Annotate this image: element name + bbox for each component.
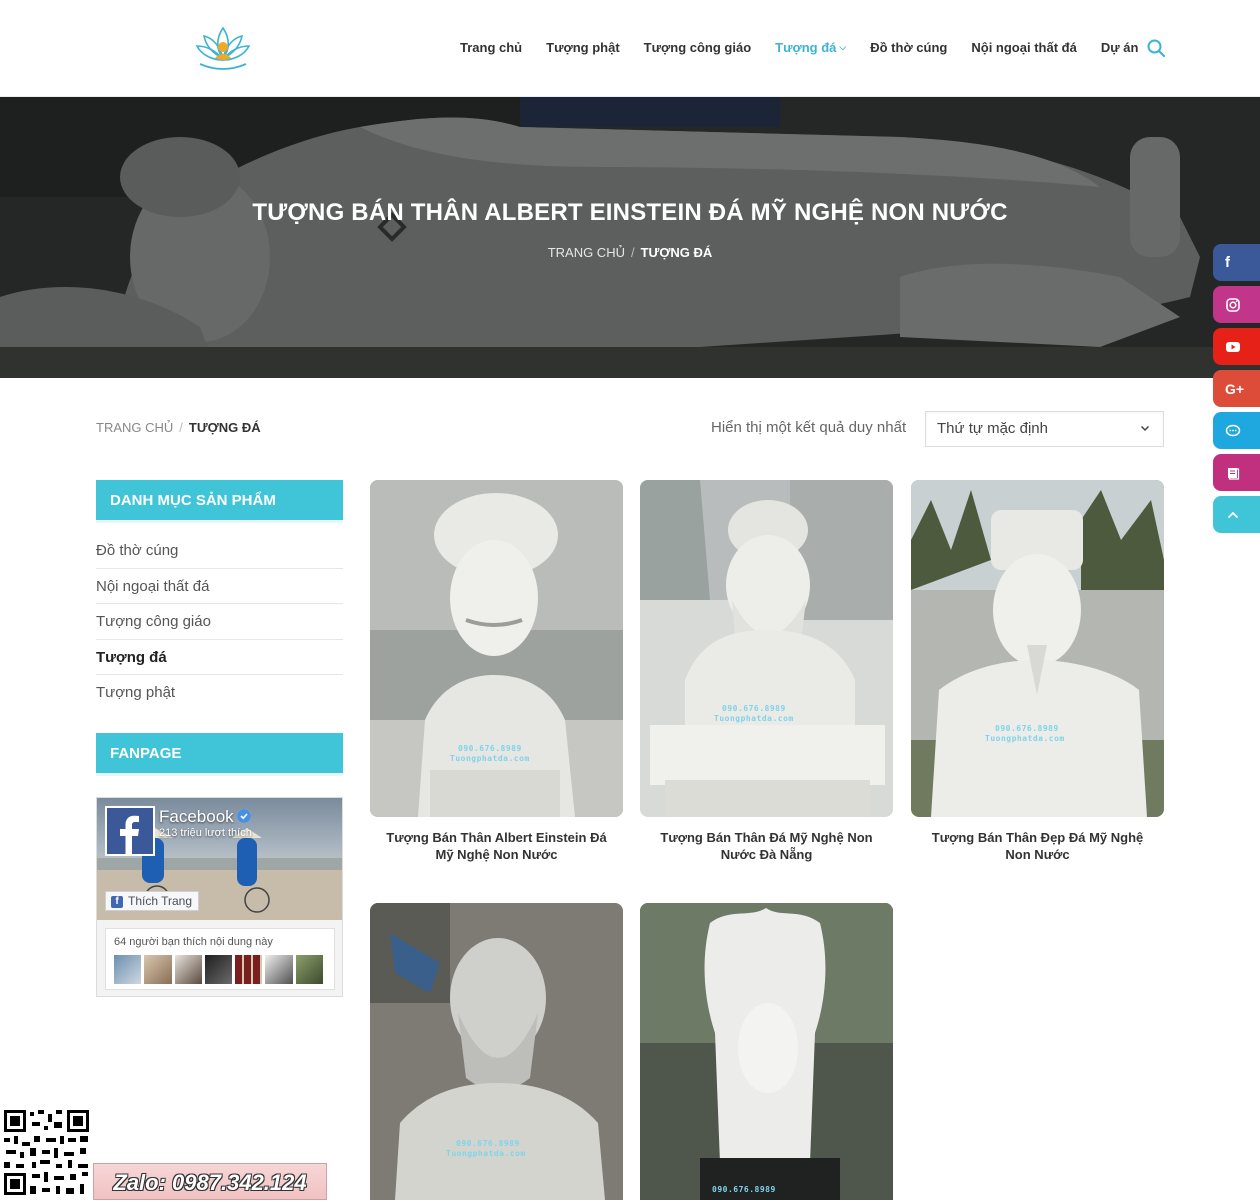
categories-widget-title: DANH MỤC SẢN PHẨM bbox=[96, 480, 343, 523]
facebook-friends-like: 64 người bạn thích nội dung này bbox=[105, 928, 335, 990]
mandarin-bust-image bbox=[911, 480, 1164, 817]
instagram-icon bbox=[1226, 297, 1240, 312]
breadcrumb-separator: / bbox=[630, 245, 635, 260]
nav-tuong-cong-giao[interactable]: Tượng công giáo bbox=[644, 40, 751, 55]
bearded-bust-image bbox=[640, 480, 893, 817]
category-tuong-cong-giao[interactable]: Tượng công giáo bbox=[96, 604, 343, 640]
facebook-like-count: 213 triệu lượt thích bbox=[159, 827, 252, 839]
watermark-phone: 090.676.8989 bbox=[456, 1139, 520, 1148]
facebook-like-page-button[interactable]: f Thích Trang bbox=[105, 891, 200, 911]
youtube-icon bbox=[1226, 341, 1240, 352]
facebook-page-plugin: Facebook 213 triệu lượt thích f Thích Tra… bbox=[96, 797, 343, 997]
page-hero-banner: TƯỢNG BÁN THÂN ALBERT EINSTEIN ĐÁ MỸ NGH… bbox=[0, 97, 1260, 378]
category-do-tho-cung[interactable]: Đồ thờ cúng bbox=[96, 533, 343, 569]
breadcrumb-current: TƯỢNG ĐÁ bbox=[640, 245, 713, 260]
breadcrumb: TRANG CHỦ / TƯỢNG ĐÁ bbox=[96, 420, 261, 435]
nav-noi-ngoai-that-da[interactable]: Nội ngoại thất đá bbox=[971, 40, 1076, 55]
fanpage-widget-title: FANPAGE bbox=[96, 733, 343, 776]
youtube-button[interactable] bbox=[1213, 328, 1260, 365]
nav-do-tho-cung[interactable]: Đồ thờ cúng bbox=[870, 40, 947, 55]
abstract-woman-statue-image bbox=[640, 903, 893, 1200]
product-image[interactable]: 090.676.8989 bbox=[640, 903, 893, 1200]
facebook-page-name[interactable]: Facebook bbox=[159, 807, 251, 827]
facebook-icon: f bbox=[111, 896, 123, 908]
category-list: Đồ thờ cúng Nội ngoại thất đá Tượng công… bbox=[96, 533, 343, 711]
watermark-site: Tuongphatda.com bbox=[985, 734, 1065, 743]
product-title[interactable]: Tượng Bán Thân Albert Einstein Đá Mỹ Ngh… bbox=[370, 829, 623, 863]
instagram-button[interactable] bbox=[1213, 286, 1260, 323]
search-icon[interactable] bbox=[1146, 38, 1166, 58]
breadcrumb-current: TƯỢNG ĐÁ bbox=[188, 420, 261, 435]
verified-badge-icon bbox=[236, 809, 251, 823]
avatar[interactable] bbox=[265, 955, 293, 984]
zalo-contact-button[interactable]: Zalo: 0987.342.124 bbox=[93, 1163, 327, 1200]
friends-avatars bbox=[114, 955, 326, 984]
nav-tuong-da[interactable]: Tượng đá ⌵ bbox=[775, 40, 846, 55]
watermark-phone: 090.676.8989 bbox=[722, 704, 786, 713]
category-noi-ngoai-that-da[interactable]: Nội ngoại thất đá bbox=[96, 569, 343, 604]
facebook-cover-image[interactable]: Facebook 213 triệu lượt thích f Thích Tra… bbox=[97, 798, 342, 920]
back-to-top-button[interactable] bbox=[1213, 496, 1260, 533]
watermark-site: Tuongphatda.com bbox=[450, 754, 530, 763]
sort-order-value: Thứ tự mặc định bbox=[937, 420, 1048, 437]
watermark-site: Tuongphatda.com bbox=[446, 1149, 526, 1158]
facebook-share-button[interactable]: f bbox=[1213, 244, 1260, 281]
watermark-phone: 090.676.8989 bbox=[995, 724, 1059, 733]
friends-like-text: 64 người bạn thích nội dung này bbox=[114, 936, 273, 948]
nav-tuong-da-label: Tượng đá bbox=[775, 40, 837, 55]
category-tuong-phat[interactable]: Tượng phật bbox=[96, 675, 343, 711]
result-count: Hiển thị một kết quả duy nhất bbox=[711, 419, 907, 436]
back-to-top-icon bbox=[1228, 511, 1238, 518]
watermark-phone: 090.676.8989 bbox=[712, 1185, 776, 1194]
book-icon bbox=[1228, 467, 1240, 480]
chat-button[interactable] bbox=[1213, 412, 1260, 449]
chevron-down-icon: ⌵ bbox=[839, 42, 847, 52]
einstein-bust-image bbox=[370, 480, 623, 817]
like-button-label: Thích Trang bbox=[128, 894, 193, 908]
product-title[interactable]: Tượng Bán Thân Đẹp Đá Mỹ Nghệ Non Nước bbox=[911, 829, 1164, 863]
google-plus-icon: G+ bbox=[1225, 380, 1245, 397]
product-card: 090.676.8989 bbox=[640, 903, 893, 1200]
qr-code[interactable] bbox=[2, 1108, 91, 1197]
facebook-page-name-text: Facebook bbox=[159, 807, 234, 826]
product-card: 090.676.8989 Tuongphatda.com Tượng Bán T… bbox=[370, 480, 623, 863]
avatar[interactable] bbox=[114, 955, 142, 984]
facebook-logo[interactable] bbox=[105, 806, 155, 856]
nav-trang-chu[interactable]: Trang chủ bbox=[460, 40, 522, 55]
product-image[interactable]: 090.676.8989 Tuongphatda.com bbox=[640, 480, 893, 817]
page-title: TƯỢNG BÁN THÂN ALBERT EINSTEIN ĐÁ MỸ NGH… bbox=[252, 199, 1008, 226]
sort-order-select[interactable]: Thứ tự mặc định bbox=[925, 411, 1164, 447]
product-card: 090.676.8989 Tuongphatda.com Tượng Bán T… bbox=[640, 480, 893, 863]
breadcrumb-home-link[interactable]: TRANG CHỦ bbox=[96, 420, 173, 435]
main-nav: Trang chủ Tượng phật Tượng công giáo Tượ… bbox=[460, 40, 1162, 55]
lotus-logo[interactable] bbox=[194, 24, 252, 74]
breadcrumb-separator: / bbox=[179, 420, 183, 435]
catalog-button[interactable] bbox=[1213, 454, 1260, 491]
nav-tuong-phat[interactable]: Tượng phật bbox=[546, 40, 620, 55]
avatar[interactable] bbox=[204, 955, 233, 984]
avatar[interactable] bbox=[295, 955, 323, 984]
product-image[interactable]: 090.676.8989 Tuongphatda.com bbox=[370, 480, 623, 817]
product-card: 090.676.8989 Tuongphatda.com Tượng Bán T… bbox=[911, 480, 1164, 863]
hero-breadcrumb: TRANG CHỦ / TƯỢNG ĐÁ bbox=[0, 245, 1260, 260]
avatar[interactable] bbox=[174, 955, 202, 984]
breadcrumb-home-link[interactable]: TRANG CHỦ bbox=[548, 245, 625, 260]
hero-overlay bbox=[0, 97, 1260, 378]
product-image[interactable]: 090.676.8989 Tuongphatda.com bbox=[911, 480, 1164, 817]
site-header: Trang chủ Tượng phật Tượng công giáo Tượ… bbox=[0, 0, 1260, 97]
avatar[interactable] bbox=[144, 955, 172, 984]
chevron-down-icon bbox=[1140, 425, 1150, 432]
avatar[interactable] bbox=[235, 955, 263, 984]
watermark-site: Tuongphatda.com bbox=[714, 714, 794, 723]
product-title[interactable]: Tượng Bán Thân Đá Mỹ Nghệ Non Nước Đà Nẵ… bbox=[640, 829, 893, 863]
category-tuong-da[interactable]: Tượng đá bbox=[96, 640, 343, 675]
product-card: 090.676.8989 Tuongphatda.com bbox=[370, 903, 623, 1200]
chat-icon bbox=[1225, 424, 1241, 436]
google-plus-button[interactable]: G+ bbox=[1213, 370, 1260, 407]
watermark-phone: 090.676.8989 bbox=[458, 744, 522, 753]
nav-du-an[interactable]: Dự án bbox=[1101, 40, 1139, 55]
product-image[interactable]: 090.676.8989 Tuongphatda.com bbox=[370, 903, 623, 1200]
facebook-icon: f bbox=[1225, 254, 1230, 271]
